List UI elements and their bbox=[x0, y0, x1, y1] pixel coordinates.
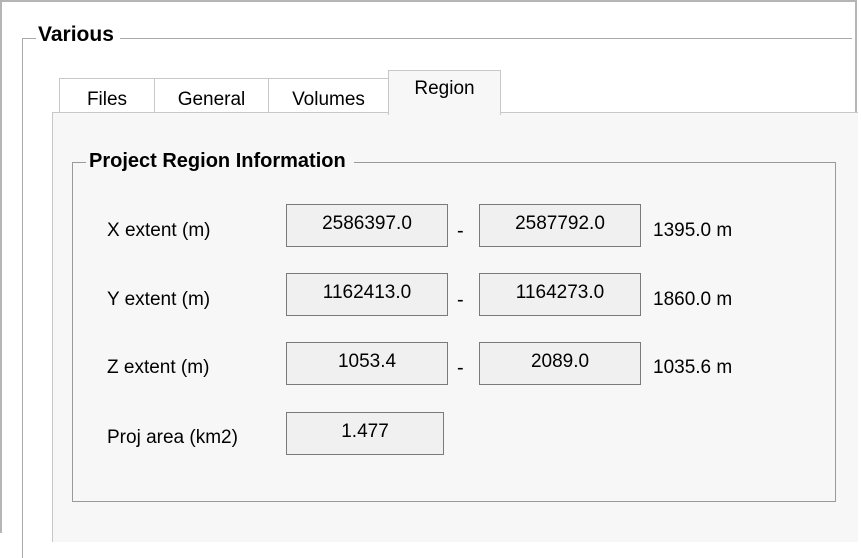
y-extent-value: 1860.0 m bbox=[653, 289, 733, 310]
proj-area-label: Proj area (km2) bbox=[107, 427, 238, 448]
y-extent-label: Y extent (m) bbox=[107, 289, 211, 310]
z-max-field[interactable]: 2089.0 bbox=[479, 342, 641, 385]
x-separator: - bbox=[457, 220, 464, 242]
y-min-field[interactable]: 1162413.0 bbox=[286, 273, 448, 316]
y-separator: - bbox=[457, 289, 464, 311]
x-max-field[interactable]: 2587792.0 bbox=[479, 204, 641, 247]
project-region-group-title: Project Region Information bbox=[86, 148, 354, 174]
z-min-field[interactable]: 1053.4 bbox=[286, 342, 448, 385]
project-region-group-box bbox=[72, 162, 836, 502]
x-min-field[interactable]: 2586397.0 bbox=[286, 204, 448, 247]
proj-area-field[interactable]: 1.477 bbox=[286, 412, 444, 455]
z-extent-value: 1035.6 m bbox=[653, 357, 733, 378]
y-max-field[interactable]: 1164273.0 bbox=[479, 273, 641, 316]
various-group-title: Various bbox=[36, 22, 120, 48]
tab-region-label: Region bbox=[414, 78, 475, 99]
z-separator: - bbox=[457, 357, 464, 379]
x-extent-label: X extent (m) bbox=[107, 220, 211, 241]
tab-region[interactable]: Region bbox=[388, 70, 501, 115]
z-extent-label: Z extent (m) bbox=[107, 357, 210, 378]
tab-volumes[interactable]: Volumes bbox=[268, 78, 389, 113]
tab-files[interactable]: Files bbox=[59, 78, 155, 113]
x-extent-value: 1395.0 m bbox=[653, 220, 733, 241]
tab-general[interactable]: General bbox=[154, 78, 269, 113]
